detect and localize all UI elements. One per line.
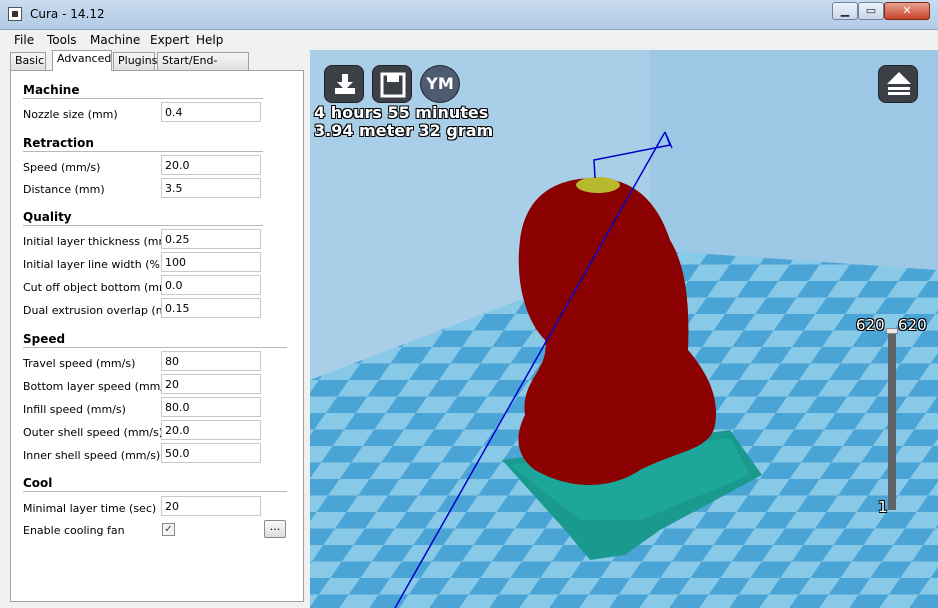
layer-slider-handle[interactable]: [886, 328, 898, 334]
window-title: Cura - 14.12: [30, 7, 105, 21]
tab-plugins[interactable]: Plugins: [113, 52, 157, 70]
view-mode-button[interactable]: [878, 65, 918, 103]
section-quality-title: Quality: [23, 210, 72, 224]
infill-speed-label: Infill speed (mm/s): [23, 403, 126, 416]
menu-help[interactable]: Help: [196, 33, 223, 47]
load-model-button[interactable]: [324, 65, 364, 103]
maximize-button[interactable]: ▭: [858, 2, 884, 20]
layer-slider-track[interactable]: [888, 330, 896, 510]
inner-shell-speed-field[interactable]: [161, 443, 261, 463]
section-speed-title: Speed: [23, 332, 66, 346]
initial-layer-line-width-field[interactable]: [161, 252, 261, 272]
section-divider: [23, 225, 263, 226]
retraction-distance-field[interactable]: [161, 178, 261, 198]
cut-off-bottom-label: Cut off object bottom (mm): [23, 281, 174, 294]
dual-extrusion-overlap-field[interactable]: [161, 298, 261, 318]
app-icon: [8, 7, 22, 21]
enable-cooling-fan-checkbox[interactable]: ✓: [162, 523, 175, 536]
tab-advanced[interactable]: Advanced: [52, 50, 112, 71]
minimize-button[interactable]: ▁: [832, 2, 858, 20]
infill-speed-field[interactable]: [161, 397, 261, 417]
menu-file[interactable]: File: [14, 33, 34, 47]
menu-bar: File Tools Machine Expert Help: [0, 30, 938, 50]
bottom-layer-speed-label: Bottom layer speed (mm/s): [23, 380, 175, 393]
menu-machine[interactable]: Machine: [90, 33, 140, 47]
cooling-fan-settings-button[interactable]: ...: [264, 520, 286, 538]
tab-start-end-gcode[interactable]: Start/End-GCode: [157, 52, 249, 83]
window-titlebar: Cura - 14.12 ▁ ▭ ✕: [0, 0, 938, 30]
bottom-layer-speed-field[interactable]: [161, 374, 261, 394]
print-time-text: 4 hours 55 minutes: [314, 103, 489, 122]
enable-cooling-fan-label: Enable cooling fan: [23, 524, 125, 537]
save-gcode-button[interactable]: [372, 65, 412, 103]
outer-shell-speed-label: Outer shell speed (mm/s): [23, 426, 163, 439]
save-icon: [380, 72, 406, 98]
layer-bottom-number: 1: [878, 498, 888, 516]
travel-speed-field[interactable]: [161, 351, 261, 371]
nozzle-size-label: Nozzle size (mm): [23, 108, 118, 121]
load-model-icon: [335, 74, 355, 94]
3d-viewport[interactable]: YM 4 hours 55 minutes 3.94 meter 32 gram…: [310, 50, 938, 608]
dual-extrusion-overlap-label: Dual extrusion overlap (mm): [23, 304, 182, 317]
youmagine-button[interactable]: YM: [420, 65, 460, 103]
menu-tools[interactable]: Tools: [47, 33, 77, 47]
section-divider: [23, 98, 263, 99]
menu-expert[interactable]: Expert: [150, 33, 189, 47]
section-cool-title: Cool: [23, 476, 53, 490]
close-button[interactable]: ✕: [884, 2, 930, 20]
layer-top-number-right: 620: [898, 316, 927, 334]
retraction-speed-label: Speed (mm/s): [23, 161, 101, 174]
travel-speed-label: Travel speed (mm/s): [23, 357, 136, 370]
layers-view-icon: [887, 72, 911, 95]
settings-panel: Basic Advanced Plugins Start/End-GCode M…: [0, 50, 310, 608]
initial-layer-thickness-field[interactable]: [161, 229, 261, 249]
advanced-tab-page: Machine Nozzle size (mm) Retraction Spee…: [10, 70, 304, 602]
print-material-text: 3.94 meter 32 gram: [314, 121, 494, 140]
section-divider: [23, 491, 287, 492]
section-divider: [23, 347, 287, 348]
nozzle-size-field[interactable]: [161, 102, 261, 122]
retraction-speed-field[interactable]: [161, 155, 261, 175]
inner-shell-speed-label: Inner shell speed (mm/s): [23, 449, 161, 462]
layer-top-number-left: 620: [856, 316, 885, 334]
retraction-distance-label: Distance (mm): [23, 183, 105, 196]
section-machine-title: Machine: [23, 83, 80, 97]
section-divider: [23, 151, 263, 152]
outer-shell-speed-field[interactable]: [161, 420, 261, 440]
cut-off-bottom-field[interactable]: [161, 275, 261, 295]
initial-layer-thickness-label: Initial layer thickness (mm): [23, 235, 174, 248]
model-top-layer: [576, 177, 620, 193]
section-retraction-title: Retraction: [23, 136, 94, 150]
minimal-layer-time-label: Minimal layer time (sec): [23, 502, 157, 515]
minimal-layer-time-field[interactable]: [161, 496, 261, 516]
tab-basic[interactable]: Basic: [10, 52, 46, 70]
initial-layer-line-width-label: Initial layer line width (%): [23, 258, 165, 271]
